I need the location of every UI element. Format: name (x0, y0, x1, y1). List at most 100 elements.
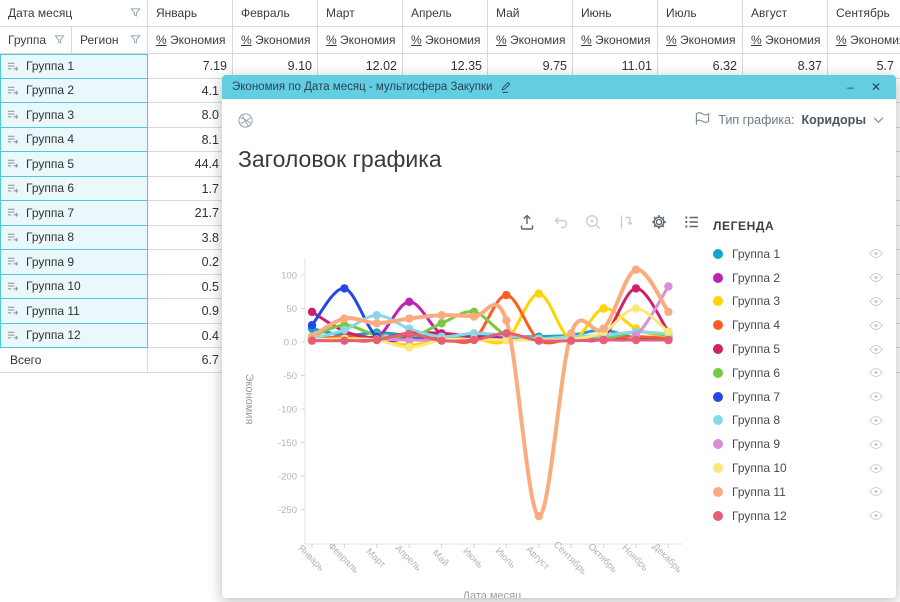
svg-text:-200: -200 (278, 472, 297, 483)
visibility-eye-icon[interactable] (869, 392, 883, 401)
chart-type-dropdown[interactable]: Тип графика: Коридоры (694, 111, 884, 129)
measure-label: Экономия (592, 33, 651, 47)
visibility-eye-icon[interactable] (869, 464, 883, 473)
visibility-eye-icon[interactable] (869, 368, 883, 377)
month-header: Июнь (573, 0, 658, 27)
group-cell[interactable]: Группа 5 (0, 152, 148, 177)
legend-item[interactable]: Группа 5 (713, 337, 883, 361)
legend-list-icon[interactable] (682, 212, 703, 233)
legend-item[interactable]: Группа 2 (713, 266, 883, 290)
legend-color-dot (713, 511, 723, 521)
group-cell[interactable]: Группа 10 (0, 275, 148, 300)
close-button[interactable]: ✕ (866, 75, 886, 99)
group-cell[interactable]: Группа 1 (0, 54, 148, 79)
value-cell: 7.19 (148, 54, 233, 79)
month-header: Сентябрь (828, 0, 900, 27)
group-cell[interactable]: Группа 7 (0, 201, 148, 226)
legend-list: Группа 1Группа 2 Группа 3 Группа 4 Группа 5… (713, 242, 883, 528)
group-cell[interactable]: Группа 6 (0, 177, 148, 202)
visibility-eye-icon[interactable] (869, 487, 883, 496)
group-label: Группа 2 (26, 83, 74, 97)
measure-header: % Экономия (403, 27, 488, 54)
legend-label: Группа 7 (732, 390, 860, 404)
measure-label: Экономия (167, 33, 226, 47)
svg-text:Февраль: Февраль (326, 541, 361, 576)
value-cell: 0.9 (148, 299, 233, 324)
svg-text:-50: -50 (283, 371, 297, 382)
legend-color-dot (713, 249, 723, 259)
drill-icon (7, 330, 20, 341)
legend-item[interactable]: Группа 1 (713, 242, 883, 266)
group-label: Группа 11 (26, 304, 80, 318)
minimize-button[interactable]: – (842, 75, 859, 99)
measure-header: % Экономия (658, 27, 743, 54)
legend-label: Группа 3 (732, 294, 860, 308)
visibility-eye-icon[interactable] (869, 321, 883, 330)
legend-item[interactable]: Группа 9 (713, 432, 883, 456)
measure-label: Экономия (252, 33, 311, 47)
legend-item[interactable]: Группа 4 (713, 313, 883, 337)
drill-icon (7, 256, 20, 267)
export-icon[interactable] (517, 212, 538, 233)
group-cell[interactable]: Группа 2 (0, 79, 148, 104)
group-label: Группа 6 (26, 181, 74, 195)
group-cell[interactable]: Группа 12 (0, 324, 148, 349)
visibility-eye-icon[interactable] (869, 511, 883, 520)
filter-icon[interactable] (130, 7, 141, 18)
region-header-label: Регион (80, 33, 119, 47)
percent-symbol: % (496, 33, 507, 47)
settings-icon[interactable] (649, 212, 670, 233)
legend-label: Группа 12 (732, 509, 860, 523)
legend-item[interactable]: Группа 6 (713, 361, 883, 385)
legend-item[interactable]: Группа 10 (713, 456, 883, 480)
visibility-eye-icon[interactable] (869, 416, 883, 425)
legend-item[interactable]: Группа 7 (713, 385, 883, 409)
filter-icon[interactable] (54, 34, 65, 45)
chart-toolbar (517, 212, 703, 233)
group-label: Группа 10 (26, 279, 81, 293)
legend-label: Группа 9 (732, 437, 860, 451)
legend-label: Группа 5 (732, 342, 860, 356)
group-label: Группа 9 (26, 255, 74, 269)
percent-symbol: % (666, 33, 677, 47)
visibility-eye-icon[interactable] (869, 273, 883, 282)
group-cell[interactable]: Группа 9 (0, 250, 148, 275)
group-cell[interactable]: Группа 4 (0, 128, 148, 153)
legend-label: Группа 10 (732, 461, 860, 475)
legend-label: Группа 6 (732, 366, 860, 380)
drill-icon (7, 134, 20, 145)
drill-icon (7, 183, 20, 194)
svg-text:Июль: Июль (493, 546, 518, 571)
edit-title-icon[interactable] (499, 81, 512, 94)
visibility-eye-icon[interactable] (869, 297, 883, 306)
legend-item[interactable]: Группа 8 (713, 409, 883, 433)
filter-icon[interactable] (130, 34, 141, 45)
measure-header: % Экономия (743, 27, 828, 54)
svg-text:0.0: 0.0 (284, 338, 297, 349)
group-cell[interactable]: Группа 3 (0, 103, 148, 128)
legend-item[interactable]: Группа 11 (713, 480, 883, 504)
group-column-header: Группа (0, 27, 72, 54)
group-cell[interactable]: Группа 8 (0, 226, 148, 251)
dialog-titlebar[interactable]: Экономия по Дата месяц - мультисфера Зак… (222, 75, 896, 99)
value-cell: 4.1 (148, 79, 233, 104)
legend-label: Группа 4 (732, 318, 860, 332)
percent-symbol: % (156, 33, 167, 47)
flow-icon[interactable] (616, 212, 637, 233)
group-cell[interactable]: Группа 11 (0, 299, 148, 324)
measure-header: % Экономия (573, 27, 658, 54)
visibility-eye-icon[interactable] (869, 249, 883, 258)
svg-text:Сентябрь: Сентябрь (551, 539, 589, 577)
multisphere-icon (237, 112, 254, 129)
visibility-eye-icon[interactable] (869, 345, 883, 354)
legend-label: Группа 8 (732, 413, 860, 427)
visibility-eye-icon[interactable] (869, 440, 883, 449)
measure-label: Экономия (847, 33, 900, 47)
legend-item[interactable]: Группа 3 (713, 290, 883, 314)
zoom-in-icon[interactable] (583, 212, 604, 233)
drill-icon (7, 232, 20, 243)
undo-icon[interactable] (550, 212, 571, 233)
legend-item[interactable]: Группа 12 (713, 504, 883, 528)
value-cell: 6.7 (148, 348, 233, 373)
legend-color-dot (713, 273, 723, 283)
